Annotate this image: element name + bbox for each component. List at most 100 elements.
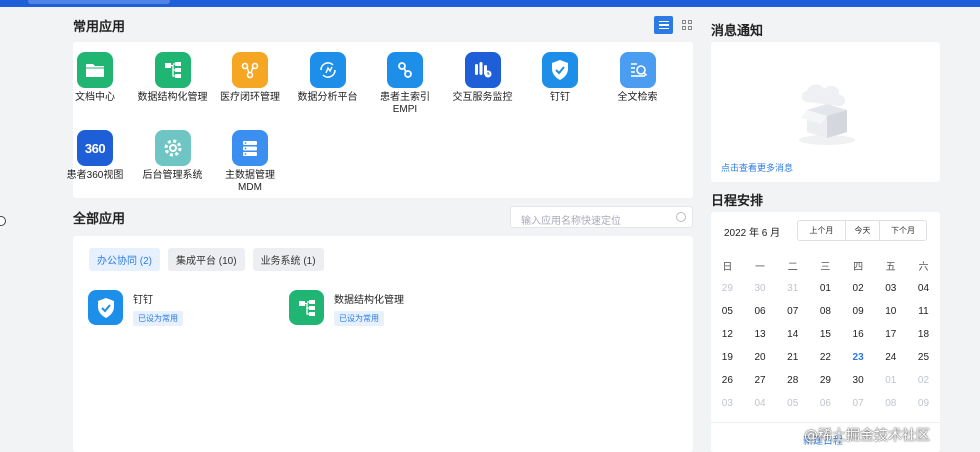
calendar-day[interactable]: 17 — [874, 329, 907, 340]
frequent-apps-title: 常用应用 — [73, 19, 126, 34]
app-label: 医疗闭环管理 — [220, 92, 280, 103]
app-tile[interactable]: 主数据管理 MDM — [210, 130, 290, 194]
notice-title: 消息通知 — [711, 23, 764, 38]
app-tile[interactable]: 患者主索引 EMPI — [365, 52, 445, 116]
weekday-label: 日 — [722, 262, 733, 273]
calendar-day[interactable]: 09 — [907, 398, 940, 409]
calendar-week: 26 27 28 29 30 01 02 — [711, 369, 940, 392]
calendar-day[interactable]: 01 — [874, 375, 907, 386]
frequent-apps-panel: 文档中心 数据结构化管理 医疗闭环管理 数据分析平台 患者主索引 EMPI 交互服务监控 钉钉… — [67, 42, 693, 198]
calendar-day[interactable]: 19 — [711, 352, 744, 363]
calendar-grid: 日一二三四五六 29 30 31 01 02 03 04 05 06 07 08 09 10 11 12 13 1… — [711, 254, 940, 415]
app-label: 患者主索引 EMPI — [380, 92, 430, 115]
database-icon — [232, 130, 268, 166]
calendar-day[interactable]: 03 — [874, 283, 907, 294]
app-tile[interactable]: 钉钉 — [520, 52, 600, 104]
app-label: 全文检索 — [617, 92, 658, 103]
calendar-day[interactable]: 05 — [776, 398, 809, 409]
next-month-button[interactable]: 下个月 — [879, 221, 926, 240]
app-search-input[interactable]: 输入应用名称快速定位 — [510, 206, 693, 228]
calendar-day[interactable]: 26 — [711, 375, 744, 386]
calendar-today[interactable]: 23 — [842, 352, 875, 363]
app-tile[interactable]: 后台管理系统 — [133, 130, 213, 182]
calendar-day[interactable]: 12 — [711, 329, 744, 340]
app-tile[interactable]: 数据分析平台 — [288, 52, 368, 104]
all-apps-panel: 办公协同 (2) 集成平台 (10) 业务系统 (1) 钉钉 已设为常用 数据结构… — [73, 236, 693, 452]
weekday-label: 六 — [918, 262, 929, 273]
watermark: @稀土掘金技术社区 — [804, 428, 930, 444]
loop-icon — [232, 52, 268, 88]
shield-check-icon — [542, 52, 578, 88]
calendar-day[interactable]: 31 — [776, 283, 809, 294]
app-label: 交互服务监控 — [452, 92, 513, 103]
search-placeholder: 输入应用名称快速定位 — [521, 216, 621, 227]
calendar-day[interactable]: 02 — [842, 283, 875, 294]
calendar-day[interactable]: 30 — [842, 375, 875, 386]
calendar-day[interactable]: 21 — [776, 352, 809, 363]
calendar-day[interactable]: 06 — [809, 398, 842, 409]
calendar-day[interactable]: 07 — [776, 306, 809, 317]
calendar-day[interactable]: 25 — [907, 352, 940, 363]
list-view-icon[interactable] — [654, 16, 673, 34]
top-bar-tab[interactable] — [28, 0, 170, 4]
360-icon: 360 — [77, 130, 113, 166]
app-label: 数据分析平台 — [297, 92, 358, 103]
app-tile[interactable]: 医疗闭环管理 — [210, 52, 290, 104]
today-button[interactable]: 今天 — [845, 221, 879, 240]
calendar-day[interactable]: 30 — [744, 283, 777, 294]
calendar-day[interactable]: 27 — [744, 375, 777, 386]
all-apps-title: 全部应用 — [73, 211, 126, 226]
empty-box-icon — [799, 84, 855, 145]
calendar-day[interactable]: 04 — [744, 398, 777, 409]
calendar-month: 2022 年 6 月 — [724, 228, 781, 239]
app-tile[interactable]: 数据结构化管理 — [133, 52, 213, 104]
app-tile[interactable]: 全文检索 — [598, 52, 678, 104]
calendar-day[interactable]: 15 — [809, 329, 842, 340]
prev-month-button[interactable]: 上个月 — [798, 221, 845, 240]
tab-office[interactable]: 办公协同 (2) — [89, 248, 160, 271]
calendar-day[interactable]: 24 — [874, 352, 907, 363]
calendar-week: 12 13 14 15 16 17 18 — [711, 323, 940, 346]
pinned-badge: 已设为常用 — [334, 311, 384, 326]
calendar-day[interactable]: 04 — [907, 283, 940, 294]
calendar-day[interactable]: 18 — [907, 329, 940, 340]
link-icon — [387, 52, 423, 88]
grid-view-icon[interactable] — [677, 16, 696, 34]
app-label: 后台管理系统 — [142, 170, 203, 181]
calendar-day[interactable]: 20 — [744, 352, 777, 363]
calendar-day[interactable]: 03 — [711, 398, 744, 409]
calendar-divider — [711, 422, 940, 423]
calendar-day[interactable]: 14 — [776, 329, 809, 340]
calendar-day[interactable]: 10 — [874, 306, 907, 317]
calendar-day[interactable]: 16 — [842, 329, 875, 340]
calendar-day[interactable]: 01 — [809, 283, 842, 294]
calendar-day[interactable]: 29 — [809, 375, 842, 386]
calendar-day[interactable]: 11 — [907, 306, 940, 317]
calendar-day[interactable]: 09 — [842, 306, 875, 317]
tab-integration[interactable]: 集成平台 (10) — [168, 248, 245, 271]
calendar-day[interactable]: 08 — [809, 306, 842, 317]
app-card-dingtalk[interactable]: 钉钉 已设为常用 — [88, 290, 183, 326]
calendar-day[interactable]: 05 — [711, 306, 744, 317]
view-more-messages-link[interactable]: 点击查看更多消息 — [721, 161, 793, 174]
notice-panel: 点击查看更多消息 — [711, 42, 940, 182]
tab-business[interactable]: 业务系统 (1) — [252, 248, 324, 271]
folder-icon — [77, 52, 113, 88]
calendar-day[interactable]: 07 — [842, 398, 875, 409]
weekday-label: 三 — [820, 262, 831, 273]
calendar-day[interactable]: 02 — [907, 375, 940, 386]
calendar-day[interactable]: 13 — [744, 329, 777, 340]
app-card-structure[interactable]: 数据结构化管理 已设为常用 — [289, 290, 404, 326]
calendar-day[interactable]: 29 — [711, 283, 744, 294]
app-tile[interactable]: 文档中心 — [55, 52, 135, 104]
side-handle[interactable] — [0, 216, 6, 226]
app-tile[interactable]: 交互服务监控 — [443, 52, 523, 104]
search-icon[interactable] — [676, 212, 686, 222]
calendar-day[interactable]: 22 — [809, 352, 842, 363]
calendar-day[interactable]: 06 — [744, 306, 777, 317]
gear-icon — [154, 130, 191, 166]
weekday-header: 日一二三四五六 — [711, 254, 940, 277]
calendar-day[interactable]: 08 — [874, 398, 907, 409]
calendar-day[interactable]: 28 — [776, 375, 809, 386]
app-tile[interactable]: 360 患者360视图 — [55, 130, 135, 182]
